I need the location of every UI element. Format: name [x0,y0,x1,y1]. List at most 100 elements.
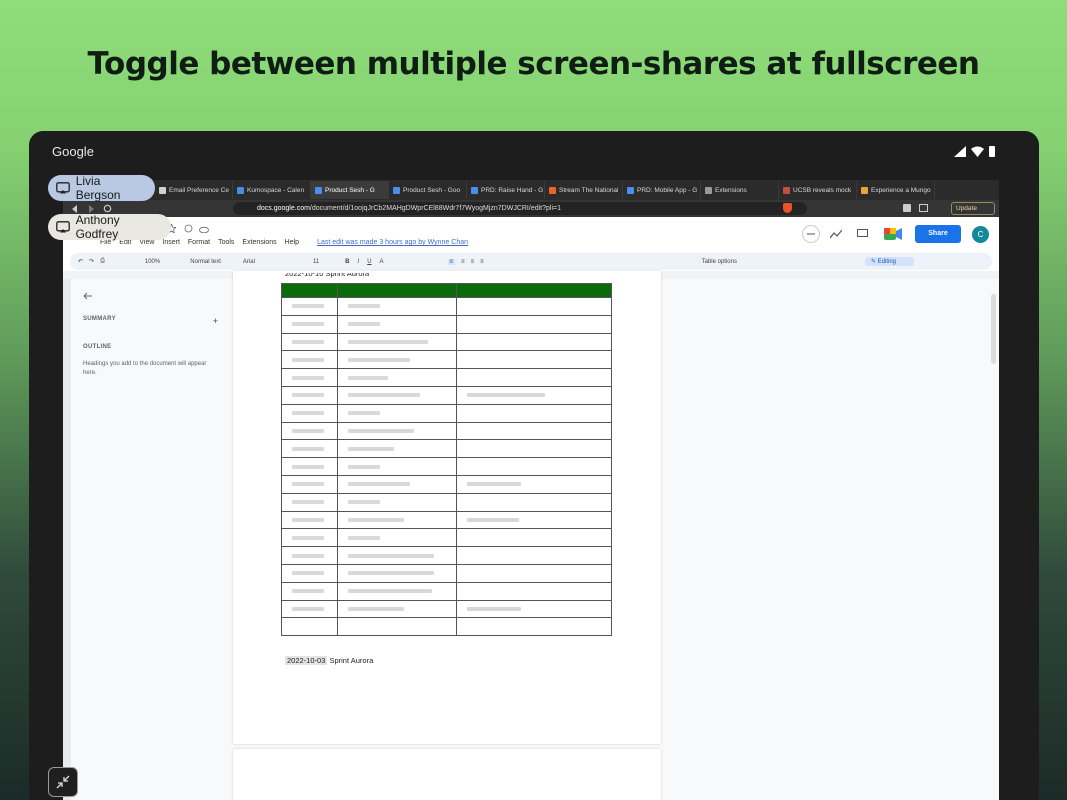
table-cell[interactable] [281,599,338,619]
table-cell[interactable] [455,581,613,601]
extensions-icon[interactable] [903,204,911,212]
table-row[interactable] [281,385,613,405]
menu-insert[interactable]: Insert [162,239,180,246]
sidebar-icon[interactable] [919,204,928,212]
align-right-icon[interactable]: ≡ [471,259,475,265]
justify-icon[interactable]: ≡ [480,259,484,265]
table-row[interactable] [281,563,613,583]
table-cell[interactable] [455,439,613,459]
table-cell[interactable] [336,385,457,405]
table-cell[interactable] [281,581,338,601]
table-cell[interactable] [281,492,338,512]
browser-tab[interactable]: Stream The National [545,181,623,199]
table-cell[interactable] [455,368,613,387]
table-cell[interactable] [455,385,613,405]
table-cell[interactable] [336,528,457,548]
browser-tab[interactable]: PRD: Mobile App - G [623,181,701,199]
table-cell[interactable] [336,581,457,601]
style-select[interactable]: Normal text [190,259,221,265]
table-row[interactable] [281,617,613,637]
table-cell[interactable] [336,617,457,637]
table-cell[interactable] [336,599,457,619]
table-row[interactable] [281,474,613,494]
table-row[interactable] [281,314,613,334]
table-row[interactable] [281,403,613,423]
table-options-button[interactable]: Table options [702,259,737,265]
zoom-select[interactable]: 100% [145,259,160,265]
table-cell[interactable] [281,368,338,387]
font-select[interactable]: Arial [243,259,255,265]
meet-icon[interactable] [884,228,904,240]
share-pill-anthony[interactable]: Anthony Godfrey [48,213,171,241]
table-cell[interactable] [281,510,338,530]
table-cell[interactable] [281,528,338,548]
table-cell[interactable] [336,474,457,494]
table-row[interactable] [281,457,613,476]
activity-trend-icon[interactable] [830,229,842,239]
text-color-icon[interactable]: A [380,259,384,265]
table-cell[interactable] [281,563,338,583]
table-row[interactable] [281,350,613,370]
last-edit-link[interactable]: Last edit was made 3 hours ago by Wynne … [317,239,468,246]
table-row[interactable] [281,439,613,459]
table-row[interactable] [281,510,613,530]
back-icon[interactable] [71,205,79,213]
table-cell[interactable] [281,474,338,494]
table-row[interactable] [281,297,613,316]
comment-history-icon[interactable] [802,225,820,243]
table-cell[interactable] [455,510,613,530]
table-cell[interactable] [455,599,613,619]
table-cell[interactable] [281,332,338,352]
back-arrow-icon[interactable] [83,292,93,300]
table-cell[interactable] [336,403,457,423]
share-button[interactable]: Share [915,225,961,243]
table-row[interactable] [281,492,613,512]
table-cell[interactable] [336,563,457,583]
exit-fullscreen-button[interactable] [48,767,78,797]
table-row[interactable] [281,421,613,441]
forward-icon[interactable] [87,205,95,213]
table-cell[interactable] [455,421,613,441]
update-button[interactable]: Update [951,202,995,215]
menu-extensions[interactable]: Extensions [242,239,276,246]
table-cell[interactable] [336,297,457,316]
table-cell[interactable] [281,385,338,405]
table-cell[interactable] [336,350,457,370]
table-cell[interactable] [455,563,613,583]
table-cell[interactable] [281,457,338,476]
italic-icon[interactable]: I [358,259,360,265]
address-bar[interactable]: docs.google.com/document/d/1oojqJrCb2MAH… [233,202,807,215]
table-cell[interactable] [336,421,457,441]
table-cell[interactable] [455,457,613,476]
table-cell[interactable] [281,350,338,370]
table-cell[interactable] [455,528,613,548]
share-pill-livia[interactable]: Livia Bergson [48,174,155,202]
avatar[interactable]: C [972,226,989,243]
menu-tools[interactable]: Tools [218,239,234,246]
table-row[interactable] [281,528,613,548]
move-icon[interactable] [184,224,193,233]
browser-tab[interactable]: Experience a Mungo [857,181,935,199]
vertical-scrollbar[interactable] [991,294,996,364]
underline-icon[interactable]: U [367,259,371,265]
cloud-icon[interactable] [199,225,209,233]
table-cell[interactable] [455,474,613,494]
table-cell[interactable] [455,492,613,512]
browser-tab[interactable]: Product Sesh - Goo [389,181,467,199]
table-row[interactable] [281,368,613,387]
print-icon[interactable]: ⎙ [100,258,105,265]
menu-format[interactable]: Format [188,239,210,246]
table-cell[interactable] [336,439,457,459]
bold-icon[interactable]: B [345,259,349,265]
comment-icon[interactable] [857,229,868,239]
redo-icon[interactable]: ↷ [89,258,94,265]
browser-tab[interactable]: Email Preference Ce [155,181,233,199]
brave-shield-icon[interactable] [783,203,792,213]
table-cell[interactable] [336,368,457,387]
add-summary-icon[interactable]: + [213,316,218,326]
table-cell[interactable] [455,314,613,334]
table-cell[interactable] [455,403,613,423]
table-cell[interactable] [281,617,338,637]
font-size-input[interactable]: 11 [313,259,319,265]
menu-help[interactable]: Help [285,239,299,246]
